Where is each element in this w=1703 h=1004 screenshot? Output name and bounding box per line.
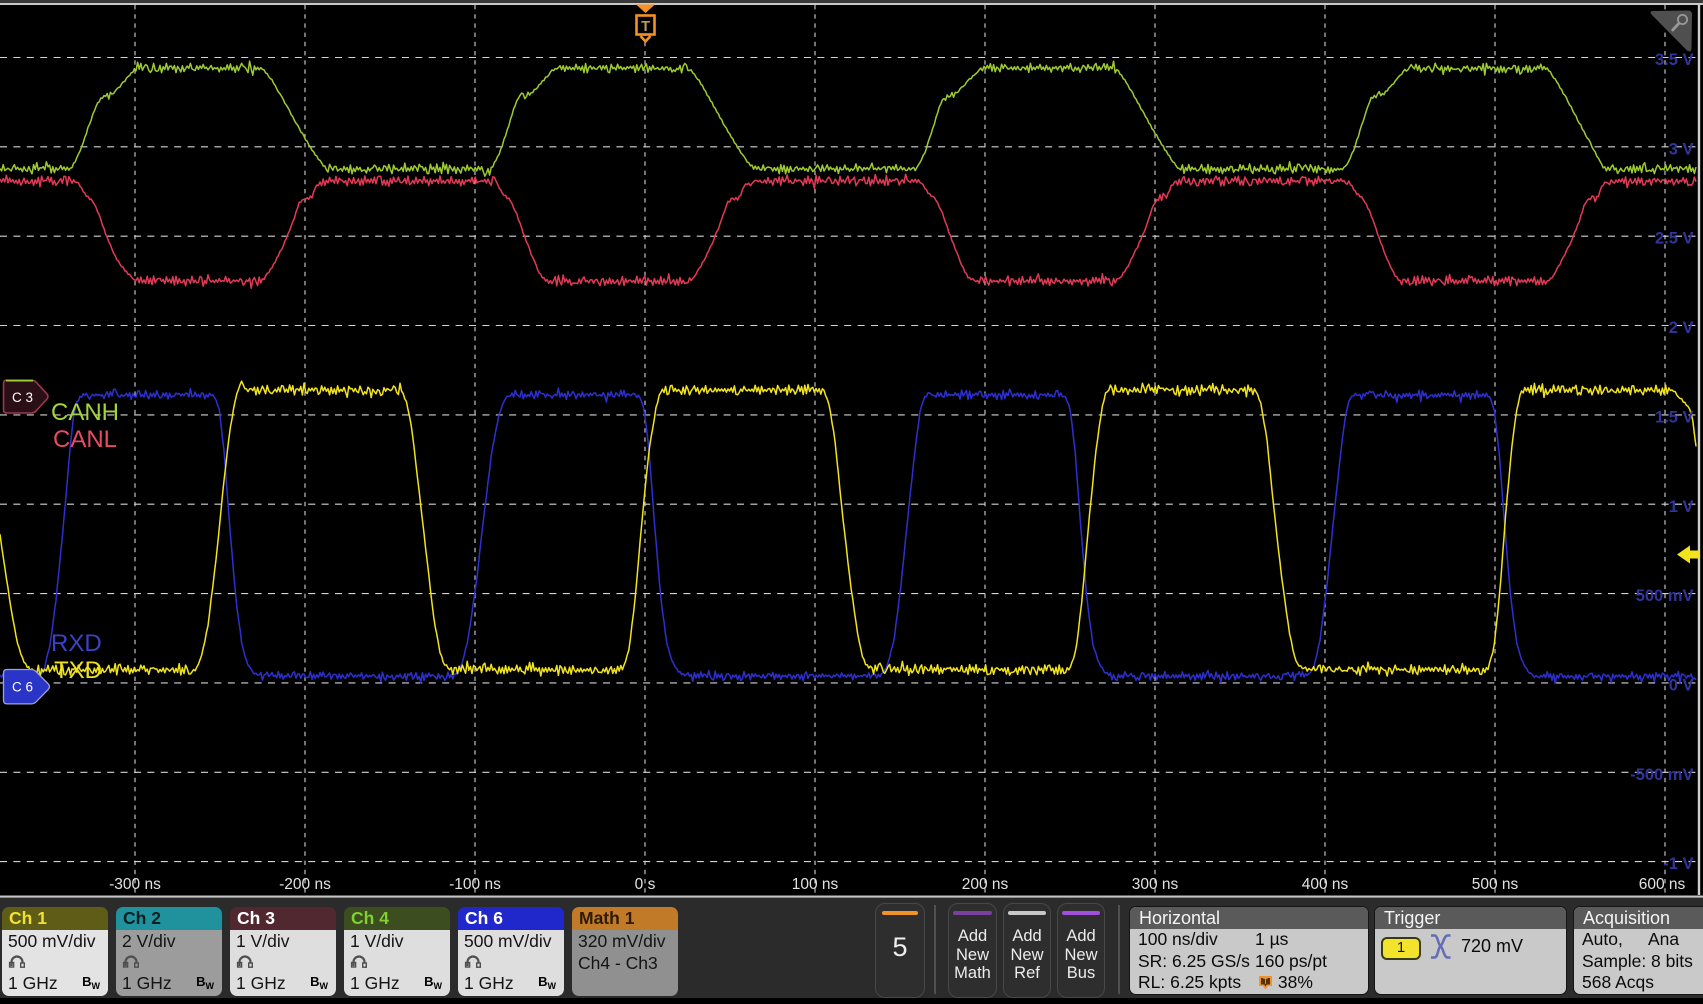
svg-text:300 ns: 300 ns [1132, 876, 1179, 893]
svg-text:2 V: 2 V [1669, 319, 1694, 337]
svg-text:CANH: CANH [51, 399, 119, 426]
svg-text:600 ns: 600 ns [1639, 876, 1686, 893]
svg-text:-200 ns: -200 ns [279, 876, 331, 893]
svg-text:500 ns: 500 ns [1472, 876, 1519, 893]
svg-text:3.5 V: 3.5 V [1655, 51, 1694, 69]
svg-text:C 3: C 3 [12, 390, 33, 405]
svg-text:200 ns: 200 ns [962, 876, 1009, 893]
svg-text:0 V: 0 V [1669, 676, 1694, 694]
svg-text:2.5 V: 2.5 V [1655, 230, 1694, 248]
svg-text:RXD: RXD [51, 630, 102, 657]
svg-text:3 V: 3 V [1669, 140, 1694, 158]
svg-text:-500 mV: -500 mV [1630, 766, 1693, 784]
svg-text:1.5 V: 1.5 V [1655, 408, 1694, 426]
svg-text:1 V: 1 V [1669, 498, 1694, 516]
svg-text:TXD: TXD [54, 657, 102, 684]
svg-text:-1 V: -1 V [1663, 855, 1693, 873]
svg-text:500 mV: 500 mV [1636, 587, 1694, 605]
svg-text:-300 ns: -300 ns [109, 876, 161, 893]
svg-text:400 ns: 400 ns [1302, 876, 1349, 893]
svg-text:T: T [1263, 977, 1268, 986]
svg-text:C 6: C 6 [12, 680, 33, 695]
svg-text:T: T [641, 19, 650, 35]
svg-text:CANL: CANL [53, 426, 117, 453]
svg-text:100 ns: 100 ns [792, 876, 839, 893]
svg-text:-100 ns: -100 ns [449, 876, 501, 893]
svg-text:0 s: 0 s [635, 876, 656, 893]
